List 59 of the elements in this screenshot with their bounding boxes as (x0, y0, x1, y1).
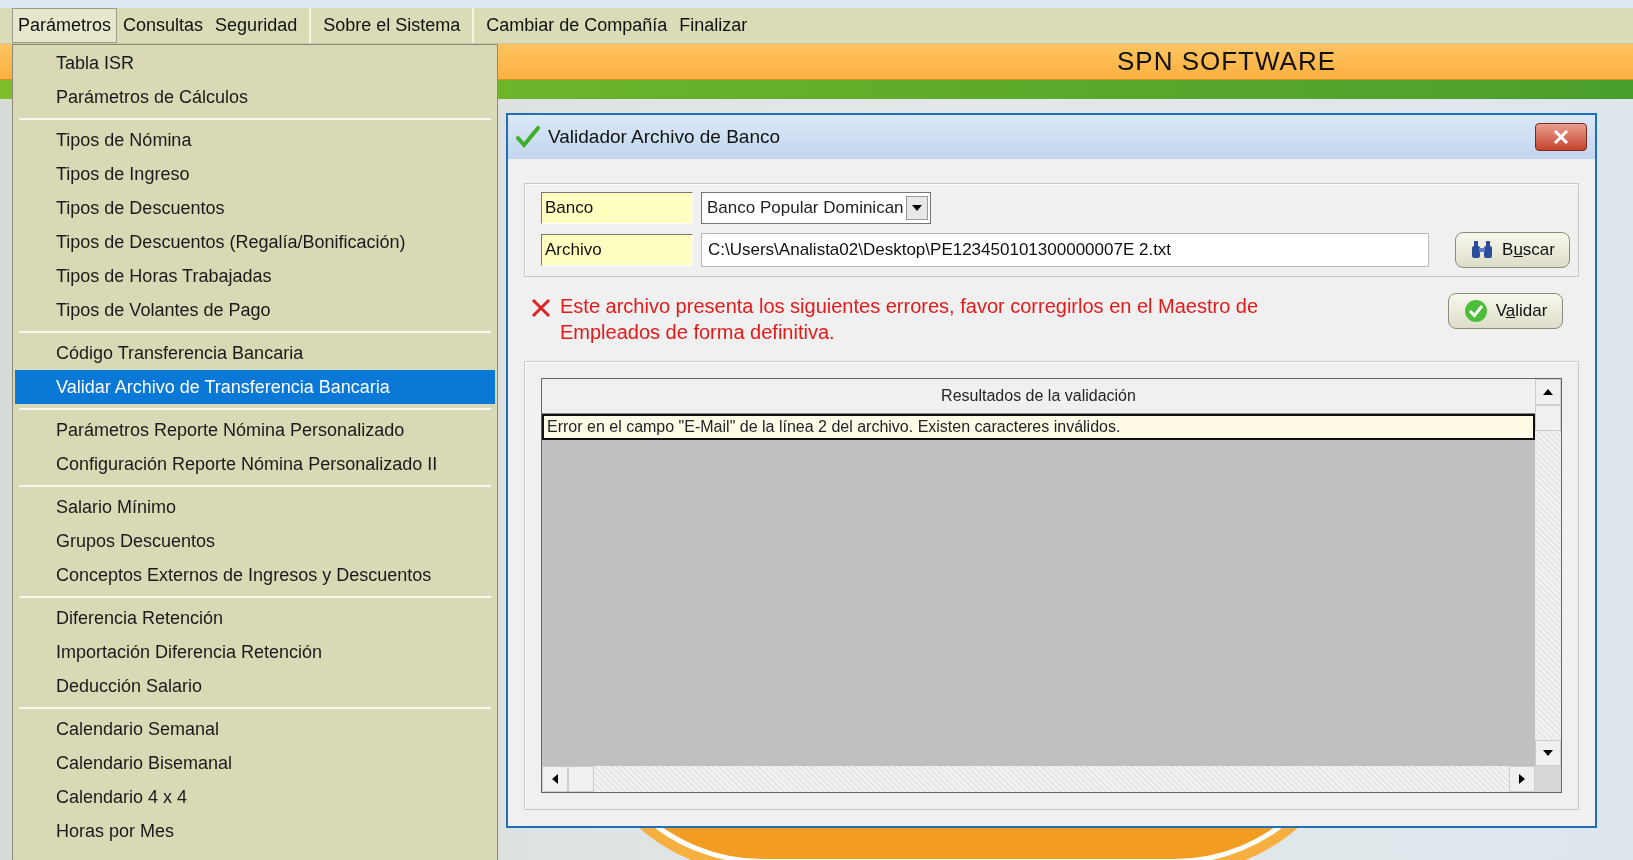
horizontal-scrollbar[interactable] (542, 766, 1535, 792)
scroll-thumb[interactable] (568, 766, 594, 792)
menu-item[interactable]: Configuración Reporte Nómina Personalizado II (15, 447, 495, 481)
right-arrow-icon (1519, 774, 1525, 784)
menu-item[interactable]: Parámetros Reporte Nómina Personalizado (15, 413, 495, 447)
left-arrow-icon (552, 774, 558, 784)
menu-item[interactable]: Validar Archivo de Transferencia Bancaria (15, 370, 495, 404)
search-button[interactable]: Buscar (1455, 232, 1570, 268)
column-header: Resultados de la validación (542, 379, 1535, 414)
menu-item[interactable]: Importación Diferencia Retención (15, 635, 495, 669)
menu-item[interactable]: Código Transferencia Bancaria (15, 336, 495, 370)
scroll-thumb[interactable] (1535, 405, 1561, 431)
field-label: Banco (541, 192, 693, 224)
menu-item[interactable]: Consultas (117, 8, 210, 43)
error-icon (530, 297, 552, 319)
menu-item[interactable]: Horas por Mes (15, 814, 495, 848)
menu-item[interactable]: Cambiar de Compañía (480, 8, 674, 43)
scroll-up-button[interactable] (1535, 379, 1561, 405)
menu-item[interactable]: Deducción Salario (15, 669, 495, 703)
close-icon (1553, 130, 1569, 144)
menu-item[interactable]: Conceptos Externos de Ingresos y Descuentos (15, 558, 495, 592)
menu-item[interactable]: Tipos de Nómina (15, 123, 495, 157)
menu-item[interactable]: Sobre el Sistema (317, 8, 467, 43)
close-button[interactable] (1535, 123, 1587, 151)
error-message: Este archivo presenta los siguientes errores, favor corregirlos en el Maestro de Empleados de forma definitiva. (560, 294, 1260, 345)
menu-item[interactable]: Parámetros (12, 8, 118, 43)
scroll-down-button[interactable] (1535, 740, 1561, 766)
menu-item[interactable]: Tipos de Descuentos (Regalía/Bonificación) (15, 225, 495, 259)
menu-item[interactable]: Tabla ISR (15, 46, 495, 80)
field-label: Archivo (541, 234, 693, 266)
menu-item[interactable]: Grupos Descuentos (15, 524, 495, 558)
menu-item[interactable]: Diferencia Retención (15, 601, 495, 635)
menu-item[interactable]: Salario Mínimo (15, 490, 495, 524)
validate-button[interactable]: Validar (1448, 293, 1563, 329)
checkmark-icon (516, 126, 540, 148)
vertical-scrollbar[interactable] (1535, 379, 1561, 766)
file-path-field[interactable]: C:\Users\Analista02\Desktop\PE123450101300000007E 2.txt (701, 233, 1429, 267)
menu-item[interactable]: Parámetros de Cálculos (15, 80, 495, 114)
check-circle-icon (1463, 299, 1488, 323)
menu-item[interactable]: Tipos de Horas Trabajadas (15, 259, 495, 293)
dialog-title: Validador Archivo de Banco (548, 124, 782, 149)
scroll-left-button[interactable] (542, 766, 568, 792)
menu-item[interactable]: Tipos de Ingreso (15, 157, 495, 191)
table-cell: Error en el campo "E-Mail" de la línea 2 del archivo. Existen caracteres inválidos. (542, 414, 1535, 440)
menu-item[interactable]: Tipos de Volantes de Pago (15, 293, 495, 327)
menu-item[interactable]: Calendario 4 x 4 (15, 780, 495, 814)
down-arrow-icon (1543, 750, 1553, 756)
menu-item[interactable]: Calendario Semanal (15, 712, 495, 746)
menu-item[interactable]: Tipos de Descuentos (15, 191, 495, 225)
scroll-right-button[interactable] (1509, 766, 1535, 792)
scrollbar-corner (1535, 766, 1561, 792)
menu-item[interactable]: Finalizar (673, 8, 754, 43)
menu-item[interactable]: Seguridad (209, 8, 304, 43)
menu-item[interactable]: Calendario Bisemanal (15, 746, 495, 780)
binoculars-icon (1470, 240, 1495, 260)
up-arrow-icon (1543, 389, 1553, 395)
bank-dropdown[interactable]: Banco Popular Dominican (701, 192, 931, 224)
banner-title: SPN SOFTWARE (1116, 45, 1337, 78)
caret-icon (912, 205, 922, 211)
